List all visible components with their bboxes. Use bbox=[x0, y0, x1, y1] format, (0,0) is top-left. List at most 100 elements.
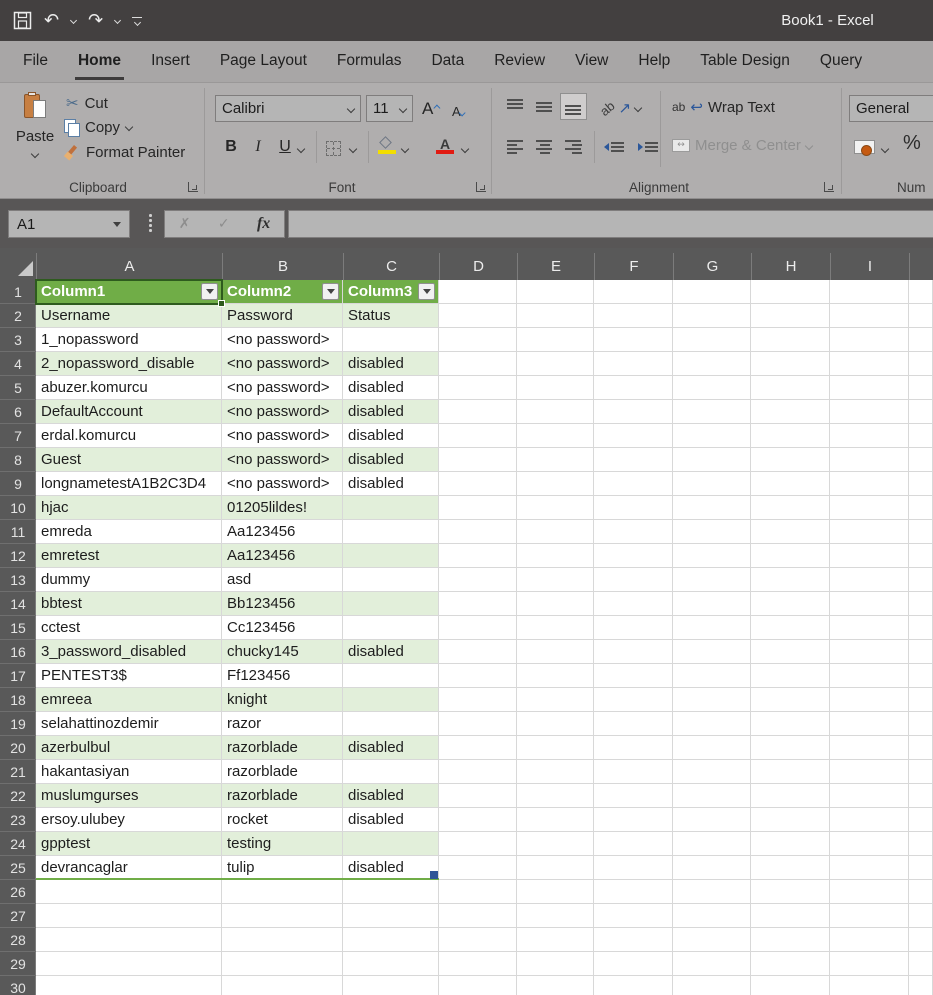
cell-C26[interactable] bbox=[343, 880, 439, 904]
cell-B18[interactable]: knight bbox=[222, 688, 343, 712]
cell-E6[interactable] bbox=[517, 400, 594, 424]
cell-B25[interactable]: tulip bbox=[222, 856, 343, 880]
cell-A14[interactable]: bbtest bbox=[36, 592, 222, 616]
cell-E21[interactable] bbox=[517, 760, 594, 784]
cell-J15[interactable] bbox=[909, 616, 933, 640]
cell-E29[interactable] bbox=[517, 952, 594, 976]
cell-J5[interactable] bbox=[909, 376, 933, 400]
cell-A9[interactable]: longnametestA1B2C3D4 bbox=[36, 472, 222, 496]
cell-F30[interactable] bbox=[594, 976, 673, 995]
tab-table-design[interactable]: Table Design bbox=[685, 41, 805, 82]
cell-D1[interactable] bbox=[439, 280, 517, 304]
customize-qat-button[interactable] bbox=[129, 6, 145, 36]
cell-D18[interactable] bbox=[439, 688, 517, 712]
cell-D28[interactable] bbox=[439, 928, 517, 952]
align-left-button[interactable] bbox=[502, 133, 529, 160]
font-size-combo[interactable]: 11 bbox=[366, 95, 413, 122]
cell-H4[interactable] bbox=[751, 352, 830, 376]
cell-G12[interactable] bbox=[673, 544, 751, 568]
cell-B30[interactable] bbox=[222, 976, 343, 995]
cell-B19[interactable]: razor bbox=[222, 712, 343, 736]
cell-A1[interactable]: Column1 bbox=[36, 280, 222, 304]
name-box[interactable]: A1 bbox=[8, 210, 130, 238]
cell-E22[interactable] bbox=[517, 784, 594, 808]
cell-E24[interactable] bbox=[517, 832, 594, 856]
cell-C4[interactable]: disabled bbox=[343, 352, 439, 376]
cell-J27[interactable] bbox=[909, 904, 933, 928]
accounting-format-dropdown[interactable] bbox=[880, 136, 890, 162]
row-header-15[interactable]: 15 bbox=[0, 616, 36, 640]
cell-H26[interactable] bbox=[751, 880, 830, 904]
cell-B6[interactable]: <no password> bbox=[222, 400, 343, 424]
cell-B15[interactable]: Cc123456 bbox=[222, 616, 343, 640]
cell-D21[interactable] bbox=[439, 760, 517, 784]
cell-C24[interactable] bbox=[343, 832, 439, 856]
cell-H11[interactable] bbox=[751, 520, 830, 544]
cell-C8[interactable]: disabled bbox=[343, 448, 439, 472]
cell-I19[interactable] bbox=[830, 712, 909, 736]
cell-A3[interactable]: 1_nopassword bbox=[36, 328, 222, 352]
cell-H18[interactable] bbox=[751, 688, 830, 712]
tab-view[interactable]: View bbox=[560, 41, 623, 82]
increase-indent-button[interactable] bbox=[638, 133, 658, 160]
cell-H29[interactable] bbox=[751, 952, 830, 976]
cell-D11[interactable] bbox=[439, 520, 517, 544]
cell-C18[interactable] bbox=[343, 688, 439, 712]
underline-dropdown[interactable] bbox=[296, 136, 306, 162]
row-header-29[interactable]: 29 bbox=[0, 952, 36, 976]
cell-A22[interactable]: muslumgurses bbox=[36, 784, 222, 808]
cell-A30[interactable] bbox=[36, 976, 222, 995]
cell-F8[interactable] bbox=[594, 448, 673, 472]
cell-A6[interactable]: DefaultAccount bbox=[36, 400, 222, 424]
cell-D25[interactable] bbox=[439, 856, 517, 880]
cell-H30[interactable] bbox=[751, 976, 830, 995]
cell-G13[interactable] bbox=[673, 568, 751, 592]
row-header-2[interactable]: 2 bbox=[0, 304, 36, 328]
decrease-indent-button[interactable] bbox=[604, 133, 624, 160]
cell-I11[interactable] bbox=[830, 520, 909, 544]
cell-H17[interactable] bbox=[751, 664, 830, 688]
cell-A24[interactable]: gpptest bbox=[36, 832, 222, 856]
cell-J13[interactable] bbox=[909, 568, 933, 592]
cell-J29[interactable] bbox=[909, 952, 933, 976]
cell-J3[interactable] bbox=[909, 328, 933, 352]
row-header-24[interactable]: 24 bbox=[0, 832, 36, 856]
row-header-21[interactable]: 21 bbox=[0, 760, 36, 784]
cell-D3[interactable] bbox=[439, 328, 517, 352]
align-right-button[interactable] bbox=[560, 133, 587, 160]
cell-J16[interactable] bbox=[909, 640, 933, 664]
cell-D7[interactable] bbox=[439, 424, 517, 448]
cell-I22[interactable] bbox=[830, 784, 909, 808]
cell-H5[interactable] bbox=[751, 376, 830, 400]
cell-D8[interactable] bbox=[439, 448, 517, 472]
column-header-E[interactable]: E bbox=[517, 253, 594, 280]
borders-dropdown[interactable] bbox=[348, 136, 358, 162]
formula-bar-gripper[interactable] bbox=[149, 214, 152, 232]
row-header-3[interactable]: 3 bbox=[0, 328, 36, 352]
cell-H16[interactable] bbox=[751, 640, 830, 664]
cell-I18[interactable] bbox=[830, 688, 909, 712]
cell-G23[interactable] bbox=[673, 808, 751, 832]
cell-B21[interactable]: razorblade bbox=[222, 760, 343, 784]
row-header-9[interactable]: 9 bbox=[0, 472, 36, 496]
tab-formulas[interactable]: Formulas bbox=[322, 41, 417, 82]
cell-I15[interactable] bbox=[830, 616, 909, 640]
borders-button[interactable] bbox=[326, 135, 341, 161]
alignment-dialog-launcher-icon[interactable] bbox=[824, 182, 834, 192]
row-header-6[interactable]: 6 bbox=[0, 400, 36, 424]
font-name-combo[interactable]: Calibri bbox=[215, 95, 361, 122]
cell-J19[interactable] bbox=[909, 712, 933, 736]
cell-I9[interactable] bbox=[830, 472, 909, 496]
cell-C28[interactable] bbox=[343, 928, 439, 952]
cell-C11[interactable] bbox=[343, 520, 439, 544]
cell-A27[interactable] bbox=[36, 904, 222, 928]
cut-button[interactable]: ✂ Cut bbox=[66, 92, 108, 114]
cell-I20[interactable] bbox=[830, 736, 909, 760]
cell-B10[interactable]: 01205lildes! bbox=[222, 496, 343, 520]
cell-B2[interactable]: Password bbox=[222, 304, 343, 328]
cell-G26[interactable] bbox=[673, 880, 751, 904]
cell-C29[interactable] bbox=[343, 952, 439, 976]
cell-B8[interactable]: <no password> bbox=[222, 448, 343, 472]
cell-G27[interactable] bbox=[673, 904, 751, 928]
cell-E18[interactable] bbox=[517, 688, 594, 712]
